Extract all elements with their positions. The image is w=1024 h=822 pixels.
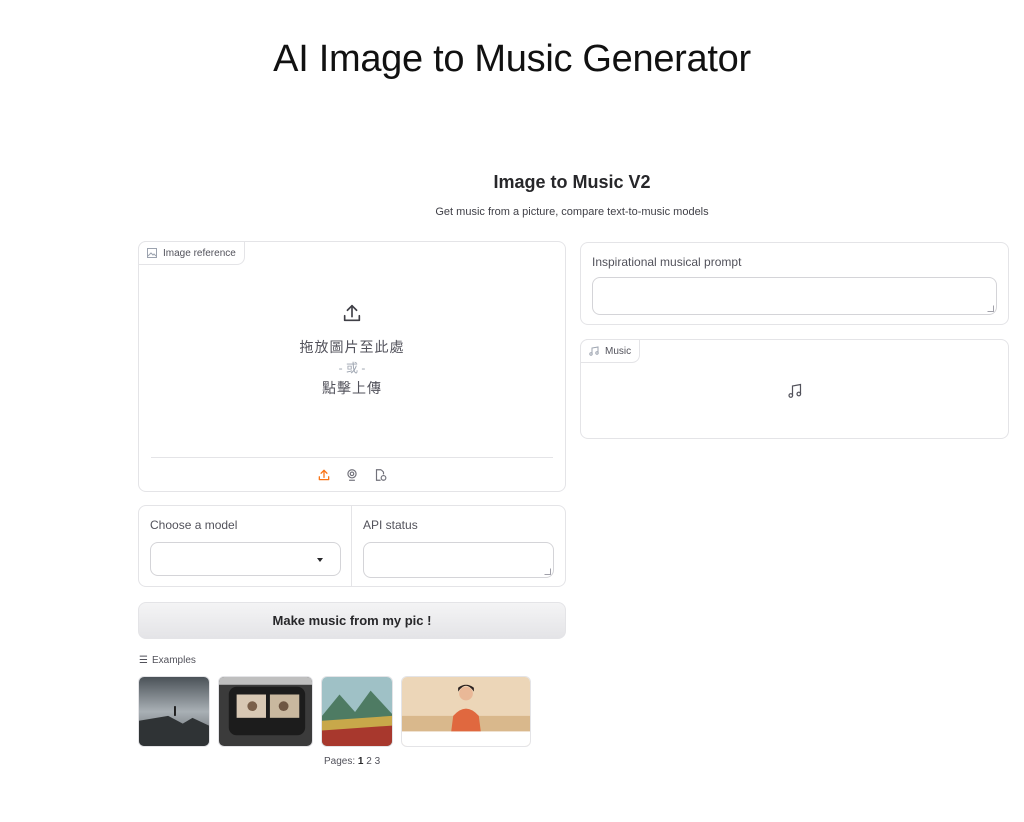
image-reference-label: Image reference <box>163 247 236 259</box>
music-label: Music <box>605 345 632 357</box>
prompt-panel: Inspirational musical prompt <box>580 242 1009 325</box>
examples-pagination: Pages: 1 2 3 <box>324 756 380 767</box>
music-note-icon <box>589 346 599 356</box>
image-source-bar <box>151 457 553 491</box>
music-note-icon <box>788 383 802 398</box>
example-thumbnail[interactable] <box>401 676 531 747</box>
model-label: Choose a model <box>150 518 238 532</box>
clipboard-icon <box>375 468 387 481</box>
upload-dropzone[interactable]: 拖放圖片至此處 - 或 - 點擊上傳 <box>139 302 565 398</box>
prompt-field[interactable] <box>592 277 997 315</box>
example-image-portrait <box>402 677 530 746</box>
music-output-panel: Music <box>580 339 1009 439</box>
app-title: Image to Music V2 <box>493 172 651 192</box>
model-column: Choose a model <box>139 506 352 586</box>
prompt-label: Inspirational musical prompt <box>592 255 742 269</box>
image-reference-panel[interactable]: Image reference 拖放圖片至此處 - 或 - 點擊上傳 <box>138 241 566 492</box>
upload-or-text: - 或 - <box>338 361 366 375</box>
api-status-column: API status <box>352 506 565 586</box>
image-icon <box>147 248 157 258</box>
resize-handle-icon[interactable] <box>544 568 551 575</box>
model-status-row: Choose a model API status <box>138 505 566 587</box>
examples-header: ☰ Examples <box>139 655 196 666</box>
example-thumbnail[interactable] <box>218 676 313 747</box>
page-link-3[interactable]: 3 <box>375 756 381 767</box>
list-icon: ☰ <box>139 655 148 666</box>
music-label-tab: Music <box>580 339 641 363</box>
model-dropdown[interactable] <box>150 542 341 576</box>
example-image-tram <box>219 677 312 746</box>
upload-icon <box>318 469 330 480</box>
page-link-2[interactable]: 2 <box>366 756 372 767</box>
app-subtitle: Get music from a picture, compare text-t… <box>435 206 709 218</box>
make-music-button[interactable]: Make music from my pic ! <box>138 602 566 639</box>
example-thumbnail[interactable] <box>321 676 393 747</box>
example-image-landscape <box>322 677 392 746</box>
page-link-1[interactable]: 1 <box>358 756 364 767</box>
chevron-down-icon <box>317 558 323 562</box>
image-reference-label-tab: Image reference <box>138 241 245 265</box>
example-thumbnail[interactable] <box>138 676 210 747</box>
webcam-icon <box>347 468 357 481</box>
pages-label: Pages: <box>324 756 356 767</box>
upload-drop-text: 拖放圖片至此處 <box>299 339 405 355</box>
api-status-field[interactable] <box>363 542 554 578</box>
upload-click-text: 點擊上傳 <box>322 380 382 396</box>
api-status-label: API status <box>363 518 418 532</box>
examples-label: Examples <box>151 655 196 666</box>
upload-icon <box>343 304 361 322</box>
source-webcam-button[interactable] <box>343 466 361 484</box>
source-clipboard-button[interactable] <box>371 466 389 484</box>
source-upload-button[interactable] <box>315 466 333 484</box>
example-image-cliff <box>139 677 209 746</box>
resize-handle-icon[interactable] <box>987 305 994 312</box>
page-title: AI Image to Music Generator <box>273 38 751 80</box>
